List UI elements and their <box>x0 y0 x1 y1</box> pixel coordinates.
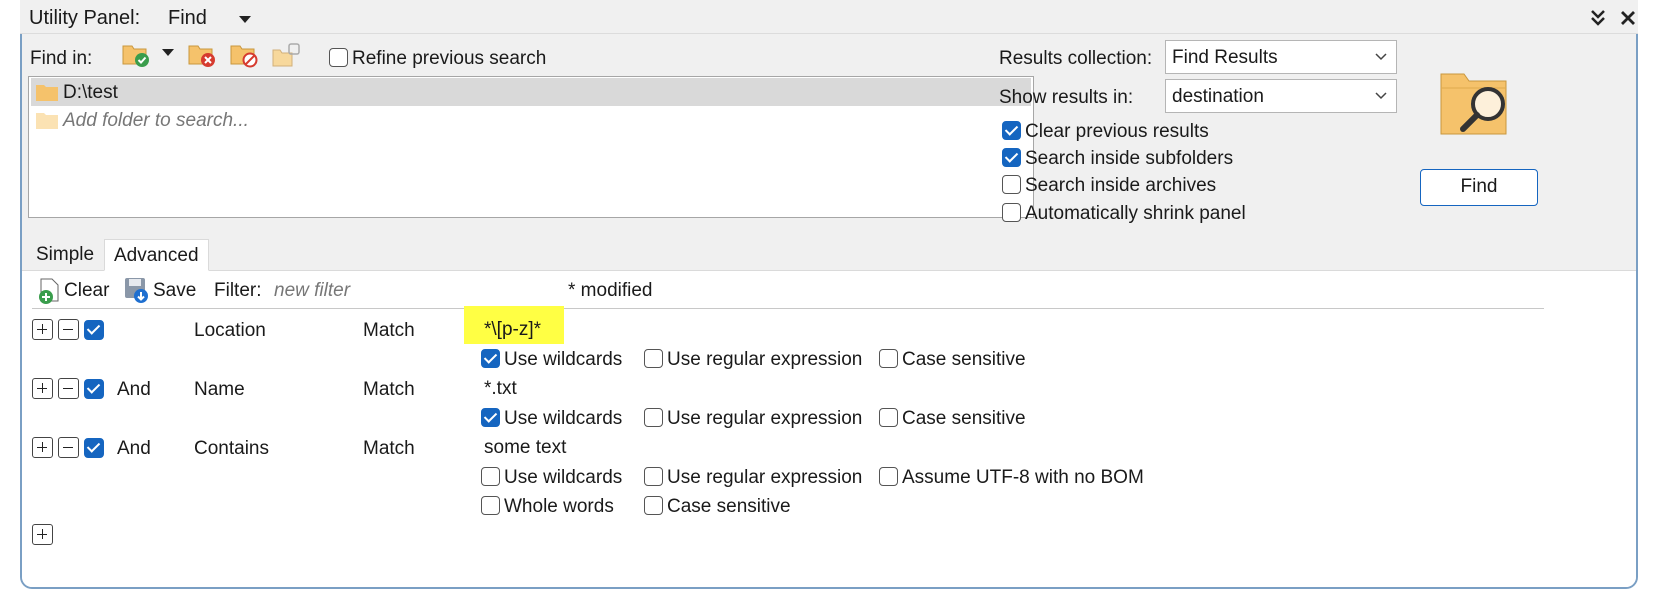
rule-field[interactable]: Location <box>194 320 266 342</box>
folder-list-item[interactable]: D:\test <box>31 78 1031 106</box>
clear-button[interactable]: Clear <box>64 280 109 302</box>
use-wildcards-label: Use wildcards <box>504 467 623 488</box>
case-sensitive-checkbox[interactable] <box>879 408 898 427</box>
auto-shrink-label: Automatically shrink panel <box>1025 203 1246 224</box>
chevron-down-icon <box>1375 92 1387 100</box>
caret-down-icon[interactable] <box>233 8 257 30</box>
save-button[interactable]: Save <box>153 280 196 302</box>
refine-search-label: Refine previous search <box>352 48 547 69</box>
add-folder-check-icon[interactable] <box>122 40 152 68</box>
remove-rule-button[interactable] <box>58 319 79 340</box>
case-sensitive-checkbox[interactable] <box>644 496 663 515</box>
rule-match[interactable]: Match <box>363 438 415 460</box>
remove-folder-icon[interactable] <box>188 40 218 68</box>
filter-input[interactable]: new filter <box>274 280 350 302</box>
search-subfolders-label: Search inside subfolders <box>1025 148 1234 169</box>
use-regex-checkbox[interactable] <box>644 408 663 427</box>
add-folder-placeholder-row[interactable]: Add folder to search... <box>31 106 1031 134</box>
double-chevron-down-icon[interactable] <box>1586 7 1610 29</box>
folder-icon <box>36 113 58 129</box>
rule-enabled-checkbox[interactable] <box>84 320 104 340</box>
rule-operator[interactable]: And <box>117 438 151 460</box>
use-wildcards-checkbox[interactable] <box>481 349 500 368</box>
case-sensitive-label: Case sensitive <box>667 496 791 517</box>
case-sensitive-label: Case sensitive <box>902 408 1026 429</box>
rule-match[interactable]: Match <box>363 379 415 401</box>
rule-value[interactable]: some text <box>484 437 566 459</box>
folder-list[interactable]: D:\test Add folder to search... <box>28 76 1034 218</box>
show-results-label: Show results in: <box>999 87 1134 108</box>
add-rule-button[interactable] <box>32 437 53 458</box>
show-results-value: destination <box>1172 86 1264 107</box>
clear-previous-results-label: Clear previous results <box>1025 121 1209 142</box>
assume-utf8-checkbox[interactable] <box>879 467 898 486</box>
tab-simple[interactable]: Simple <box>27 239 103 271</box>
rule-enabled-checkbox[interactable] <box>84 438 104 458</box>
save-icon[interactable] <box>123 276 151 304</box>
use-wildcards-label: Use wildcards <box>504 349 623 370</box>
case-sensitive-checkbox[interactable] <box>879 349 898 368</box>
remove-rule-button[interactable] <box>58 378 79 399</box>
results-collection-label: Results collection: <box>999 48 1153 69</box>
use-regex-label: Use regular expression <box>667 349 863 370</box>
whole-words-label: Whole words <box>504 496 614 517</box>
search-archives-checkbox[interactable] <box>1002 175 1021 194</box>
use-wildcards-checkbox[interactable] <box>481 467 500 486</box>
rule-match[interactable]: Match <box>363 320 415 342</box>
utility-panel-titlebar: Utility Panel: Find <box>20 0 1638 34</box>
advanced-tab-content: Clear Save Filter: new filter * modified… <box>22 271 1636 587</box>
folder-path: D:\test <box>63 82 118 103</box>
find-button[interactable]: Find <box>1420 169 1538 206</box>
chevron-down-icon <box>1375 53 1387 61</box>
whole-words-checkbox[interactable] <box>481 496 500 515</box>
panel-mode-value[interactable]: Find <box>168 7 207 30</box>
results-collection-value: Find Results <box>1172 47 1278 68</box>
new-document-icon[interactable] <box>37 277 63 305</box>
rule-enabled-checkbox[interactable] <box>84 379 104 399</box>
search-subfolders-checkbox[interactable] <box>1002 148 1021 167</box>
folder-icon <box>36 85 58 101</box>
use-regex-label: Use regular expression <box>667 467 863 488</box>
lock-folder-icon[interactable] <box>272 40 302 68</box>
toolbar-divider <box>32 308 1544 309</box>
use-regex-checkbox[interactable] <box>644 467 663 486</box>
add-folder-placeholder: Add folder to search... <box>63 110 249 131</box>
find-in-label: Find in: <box>30 48 93 69</box>
search-archives-label: Search inside archives <box>1025 175 1217 196</box>
use-regex-label: Use regular expression <box>667 408 863 429</box>
tab-advanced[interactable]: Advanced <box>104 239 209 271</box>
rule-value[interactable]: *.txt <box>484 378 517 400</box>
caret-down-icon[interactable] <box>160 46 176 60</box>
show-results-dropdown[interactable]: destination <box>1165 79 1397 113</box>
panel-title-label: Utility Panel: <box>29 7 141 29</box>
refine-search-checkbox[interactable] <box>329 48 348 67</box>
rule-value[interactable]: *\[p-z]* <box>484 319 541 341</box>
exclude-folder-icon[interactable] <box>230 40 260 68</box>
auto-shrink-checkbox[interactable] <box>1002 203 1021 222</box>
remove-rule-button[interactable] <box>58 437 79 458</box>
rule-field[interactable]: Name <box>194 379 245 401</box>
results-collection-dropdown[interactable]: Find Results <box>1165 40 1397 74</box>
clear-previous-results-checkbox[interactable] <box>1002 121 1021 140</box>
find-panel: Find in: Refine previous search D:\test … <box>20 34 1638 589</box>
add-rule-button[interactable] <box>32 524 53 545</box>
rule-operator[interactable]: And <box>117 379 151 401</box>
find-folder-magnifier-icon <box>1440 73 1507 135</box>
use-wildcards-label: Use wildcards <box>504 408 623 429</box>
modified-status: * modified <box>568 280 653 301</box>
close-icon[interactable] <box>1616 6 1640 30</box>
case-sensitive-label: Case sensitive <box>902 349 1026 370</box>
rule-field[interactable]: Contains <box>194 438 269 460</box>
use-wildcards-checkbox[interactable] <box>481 408 500 427</box>
filter-label: Filter: <box>214 280 262 301</box>
assume-utf8-label: Assume UTF-8 with no BOM <box>902 467 1144 488</box>
use-regex-checkbox[interactable] <box>644 349 663 368</box>
add-rule-button[interactable] <box>32 319 53 340</box>
add-rule-button[interactable] <box>32 378 53 399</box>
